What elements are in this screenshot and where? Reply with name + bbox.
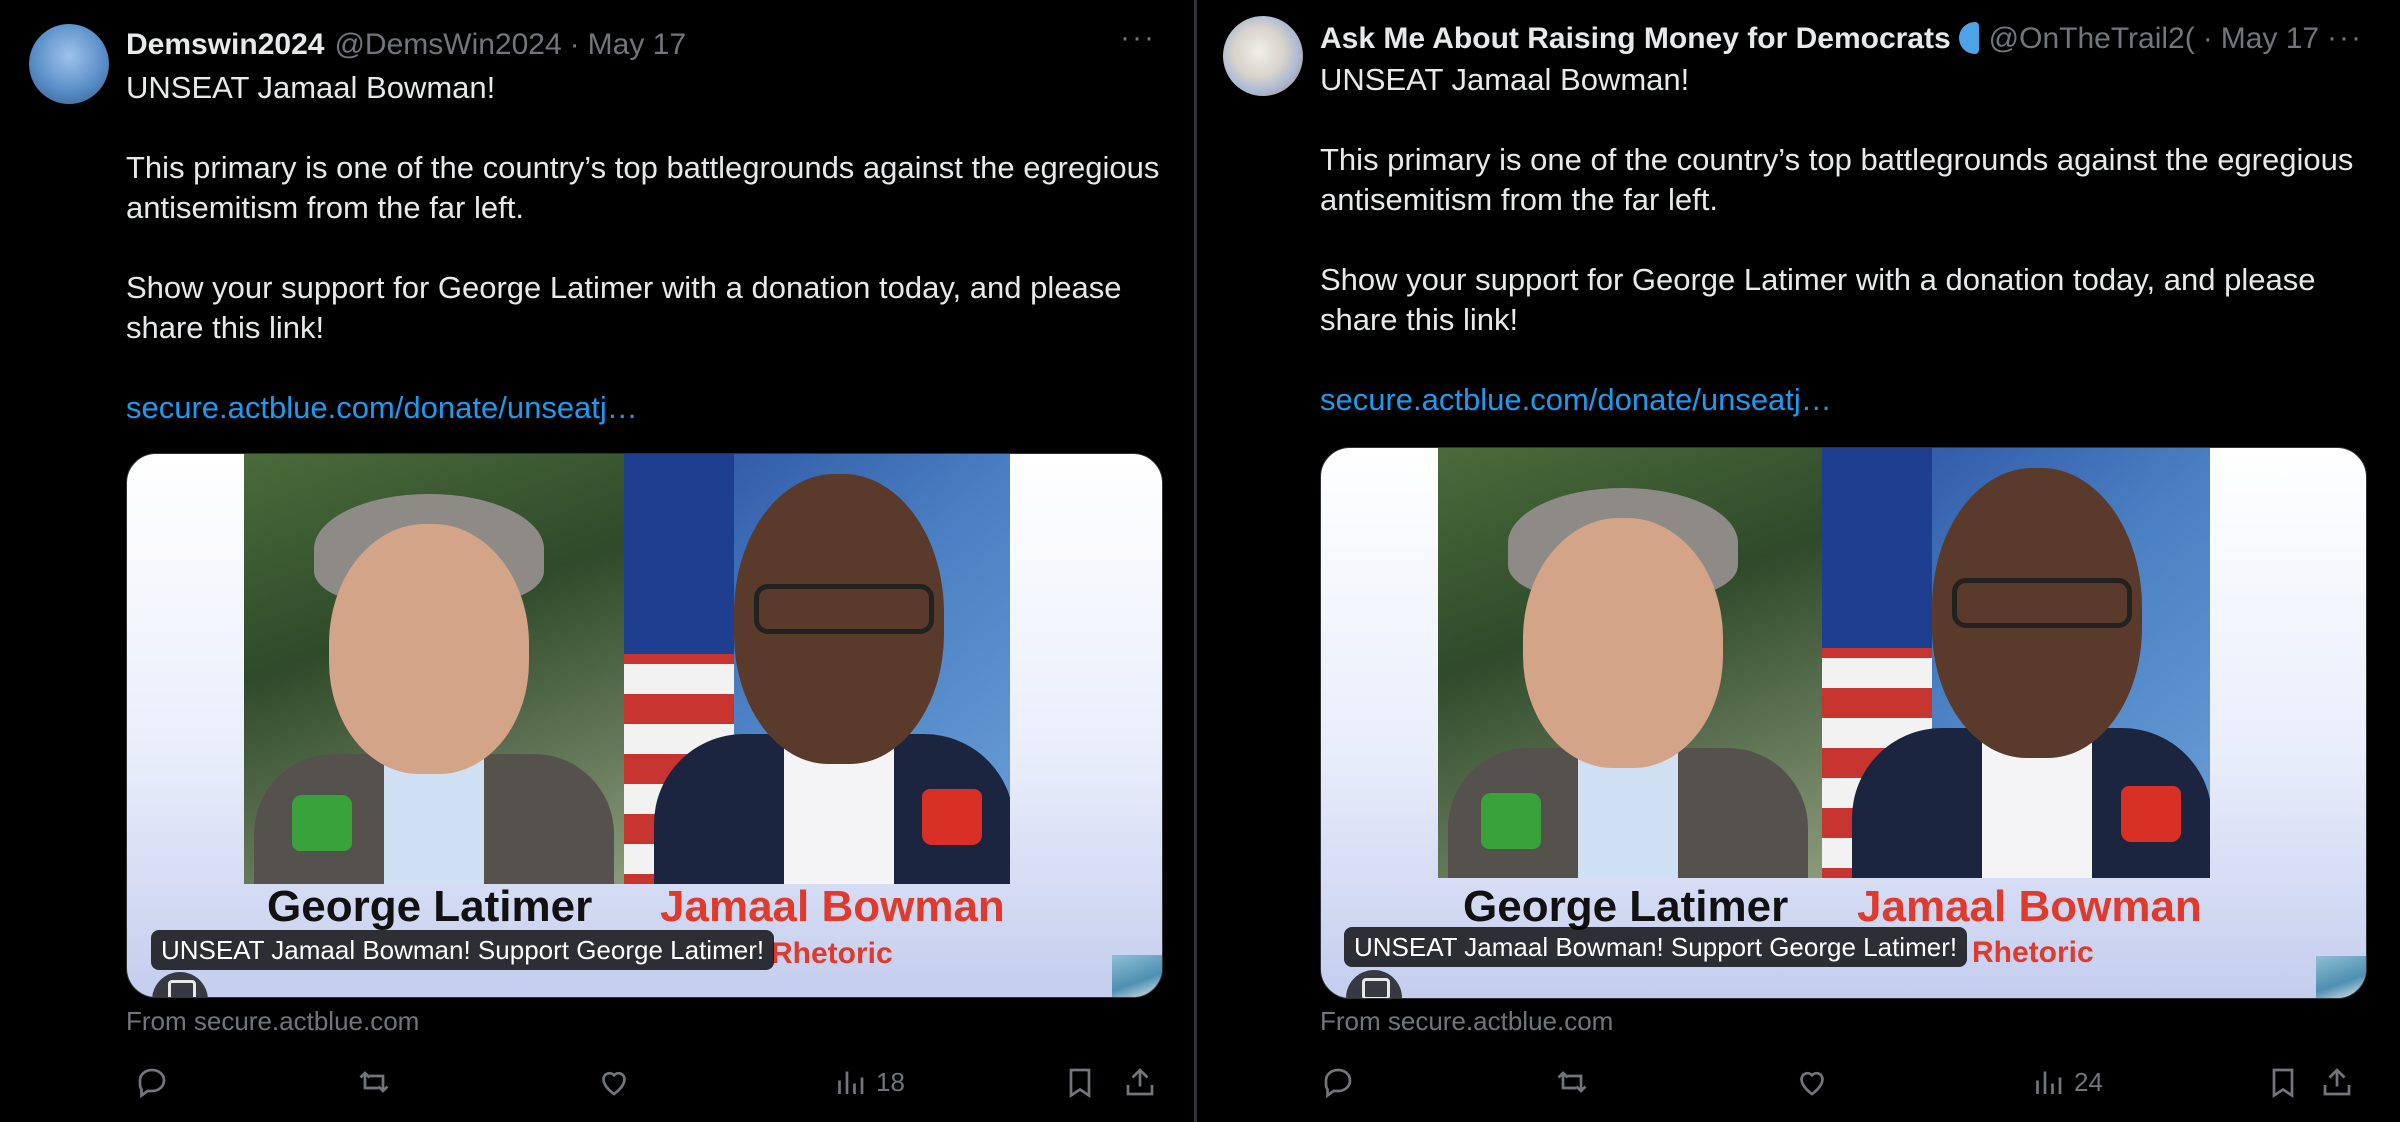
link-card[interactable]: George Latimer Jamaal Bowman Rhetoric UN… bbox=[126, 453, 1163, 998]
bookmark-button[interactable] bbox=[2265, 1062, 2301, 1102]
tweet-link[interactable]: secure.actblue.com/donate/unseatj… bbox=[126, 390, 638, 425]
tweet-paragraph-2: This primary is one of the country’s top… bbox=[126, 150, 1160, 225]
card-caption: UNSEAT Jamaal Bowman! Support George Lat… bbox=[1344, 927, 1968, 967]
card-badge-icon bbox=[152, 972, 208, 997]
tweet-date[interactable]: May 17 bbox=[2221, 19, 2319, 59]
repost-button[interactable] bbox=[1554, 1062, 1590, 1102]
reply-button[interactable] bbox=[1320, 1062, 1356, 1102]
app-root: Demswin2024 @DemsWin2024 · May 17 ··· UN… bbox=[0, 0, 2400, 1122]
card-subtext-right: Rhetoric bbox=[771, 937, 893, 970]
tweet-line-1: UNSEAT Jamaal Bowman! bbox=[126, 70, 496, 105]
action-bar: 24 bbox=[1320, 1062, 2365, 1102]
card-caption: UNSEAT Jamaal Bowman! Support George Lat… bbox=[151, 930, 775, 970]
image-strip bbox=[2316, 956, 2366, 998]
tweet-paragraph-3: Show your support for George Latimer wit… bbox=[1320, 262, 2316, 337]
repost-icon bbox=[1557, 1071, 1587, 1093]
reply-button[interactable] bbox=[134, 1062, 170, 1102]
card-badge-icon bbox=[1346, 970, 1402, 998]
tweet-paragraph-2: This primary is one of the country’s top… bbox=[1320, 142, 2354, 217]
card-source[interactable]: From secure.actblue.com bbox=[126, 1004, 419, 1038]
views-button[interactable]: 18 bbox=[832, 1062, 905, 1102]
avatar[interactable] bbox=[29, 24, 109, 104]
share-button[interactable] bbox=[1122, 1062, 1158, 1102]
more-icon[interactable]: ··· bbox=[2327, 23, 2371, 58]
like-button[interactable] bbox=[1794, 1062, 1830, 1102]
action-bar: 18 bbox=[126, 1062, 1161, 1102]
tweet-date[interactable]: May 17 bbox=[588, 25, 686, 65]
card-name-right: Jamaal Bowman bbox=[1857, 882, 2202, 931]
thumbs-down-icon bbox=[922, 789, 982, 845]
avatar[interactable] bbox=[1223, 16, 1303, 96]
card-subtext-right: Rhetoric bbox=[1972, 936, 2094, 969]
like-button[interactable] bbox=[596, 1062, 632, 1102]
tweet-paragraph-3: Show your support for George Latimer wit… bbox=[126, 270, 1122, 345]
link-card[interactable]: George Latimer Jamaal Bowman Rhetoric UN… bbox=[1320, 447, 2367, 999]
tweet-header: Demswin2024 @DemsWin2024 · May 17 bbox=[126, 25, 686, 65]
tweet-link[interactable]: secure.actblue.com/donate/unseatj… bbox=[1320, 382, 1832, 417]
thumbs-up-icon bbox=[1481, 793, 1541, 849]
author-name[interactable]: Demswin2024 bbox=[126, 25, 324, 65]
tweet-header: Ask Me About Raising Money for Democrats… bbox=[1320, 16, 2319, 59]
author-handle[interactable]: @OnTheTrail2( bbox=[1989, 19, 2195, 59]
thumbs-down-icon bbox=[2121, 786, 2181, 842]
bookmark-icon bbox=[2272, 1068, 2294, 1099]
tweet-text: UNSEAT Jamaal Bowman! This primary is on… bbox=[126, 68, 1176, 428]
card-name-left: George Latimer bbox=[267, 882, 593, 931]
share-icon bbox=[2323, 1068, 2351, 1096]
tweet-card[interactable]: Ask Me About Raising Money for Democrats… bbox=[1197, 0, 2400, 1122]
repost-icon bbox=[359, 1071, 389, 1093]
tweet-card[interactable]: Demswin2024 @DemsWin2024 · May 17 ··· UN… bbox=[0, 0, 1194, 1122]
reply-icon bbox=[138, 1068, 166, 1099]
tweet-text: UNSEAT Jamaal Bowman! This primary is on… bbox=[1320, 60, 2370, 420]
views-icon bbox=[2036, 1071, 2062, 1094]
like-icon bbox=[602, 1071, 626, 1096]
like-icon bbox=[1800, 1071, 1824, 1096]
author-name[interactable]: Ask Me About Raising Money for Democrats bbox=[1320, 19, 1951, 59]
bookmark-icon bbox=[1069, 1068, 1091, 1099]
views-icon bbox=[838, 1071, 864, 1094]
verified-badge-icon bbox=[1958, 22, 1979, 54]
separator-dot: · bbox=[2202, 22, 2213, 55]
bookmark-button[interactable] bbox=[1062, 1062, 1098, 1102]
views-count: 24 bbox=[2074, 1066, 2103, 1097]
more-icon[interactable]: ··· bbox=[1120, 23, 1164, 58]
views-button[interactable]: 24 bbox=[2030, 1062, 2103, 1102]
author-handle[interactable]: @DemsWin2024 bbox=[334, 25, 561, 65]
separator-dot: · bbox=[569, 28, 580, 61]
card-name-right: Jamaal Bowman bbox=[660, 882, 1005, 931]
tweet-line-1: UNSEAT Jamaal Bowman! bbox=[1320, 62, 1690, 97]
repost-button[interactable] bbox=[356, 1062, 392, 1102]
share-icon bbox=[1126, 1068, 1154, 1096]
thumbs-up-icon bbox=[292, 795, 352, 851]
card-name-left: George Latimer bbox=[1463, 882, 1789, 931]
card-source[interactable]: From secure.actblue.com bbox=[1320, 1004, 1613, 1038]
share-button[interactable] bbox=[2319, 1062, 2355, 1102]
image-strip bbox=[1112, 955, 1162, 997]
views-count: 18 bbox=[876, 1066, 905, 1097]
reply-icon bbox=[1324, 1068, 1352, 1099]
